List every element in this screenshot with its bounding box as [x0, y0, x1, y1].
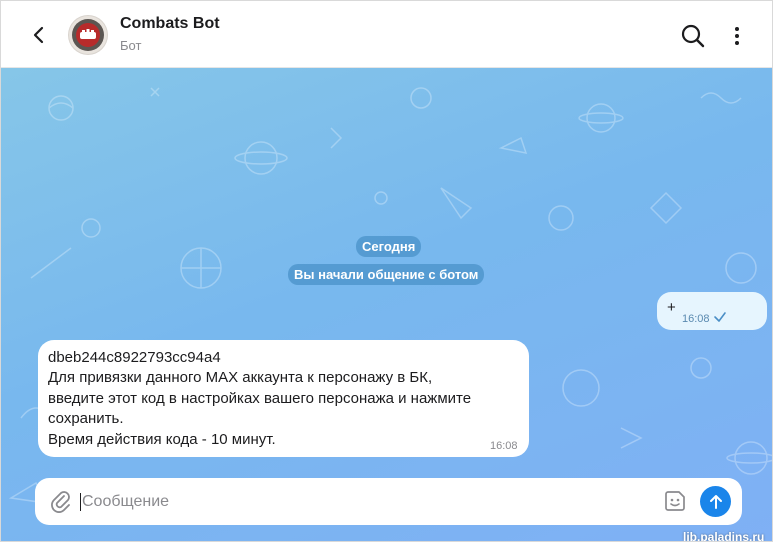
more-vertical-icon — [735, 27, 739, 45]
message-line: введите этот код в настройках вашего пер… — [48, 390, 472, 407]
chat-area[interactable]: Сегодня Вы начали общение с ботом + 16:0… — [1, 68, 772, 542]
message-line: сохранить. — [48, 410, 124, 427]
back-button[interactable] — [23, 19, 55, 51]
search-button[interactable] — [677, 20, 709, 52]
chevron-left-icon — [33, 26, 44, 44]
search-icon — [681, 24, 705, 48]
message-composer — [35, 478, 742, 525]
message-line: Для привязки данного MAX аккаунта к перс… — [48, 369, 433, 386]
date-separator: Сегодня — [356, 236, 422, 257]
bot-logo-icon — [69, 16, 107, 54]
check-icon — [714, 312, 726, 322]
app-window: Combats Bot Бот Сегодня Вы начали общени… — [0, 0, 773, 542]
chat-subtitle: Бот — [120, 38, 142, 53]
verification-code[interactable]: dbeb244c8922793cc94a4 — [48, 349, 221, 366]
more-menu-button[interactable] — [723, 20, 751, 52]
send-button[interactable] — [700, 486, 731, 517]
sticker-button[interactable] — [663, 489, 687, 513]
paperclip-icon — [51, 491, 70, 513]
message-line: Время действия кода - 10 минут. — [48, 431, 276, 448]
chat-title: Combats Bot — [120, 15, 220, 32]
arrow-up-icon — [709, 494, 722, 509]
chat-start-notice: Вы начали общение с ботом — [288, 264, 485, 285]
message-input[interactable] — [82, 488, 642, 516]
watermark: lib.paladins.ru — [683, 530, 765, 542]
avatar[interactable] — [68, 15, 108, 55]
text-cursor — [80, 493, 81, 511]
outgoing-message-time: 16:08 — [682, 313, 710, 325]
outgoing-message[interactable]: + 16:08 — [657, 292, 767, 330]
outgoing-message-text: + — [667, 299, 676, 316]
incoming-message[interactable]: dbeb244c8922793cc94a4 Для привязки данно… — [38, 340, 529, 457]
sticker-icon — [665, 491, 685, 511]
incoming-message-time: 16:08 — [490, 440, 518, 452]
attach-button[interactable] — [49, 490, 71, 514]
chat-header: Combats Bot Бот — [1, 1, 772, 68]
